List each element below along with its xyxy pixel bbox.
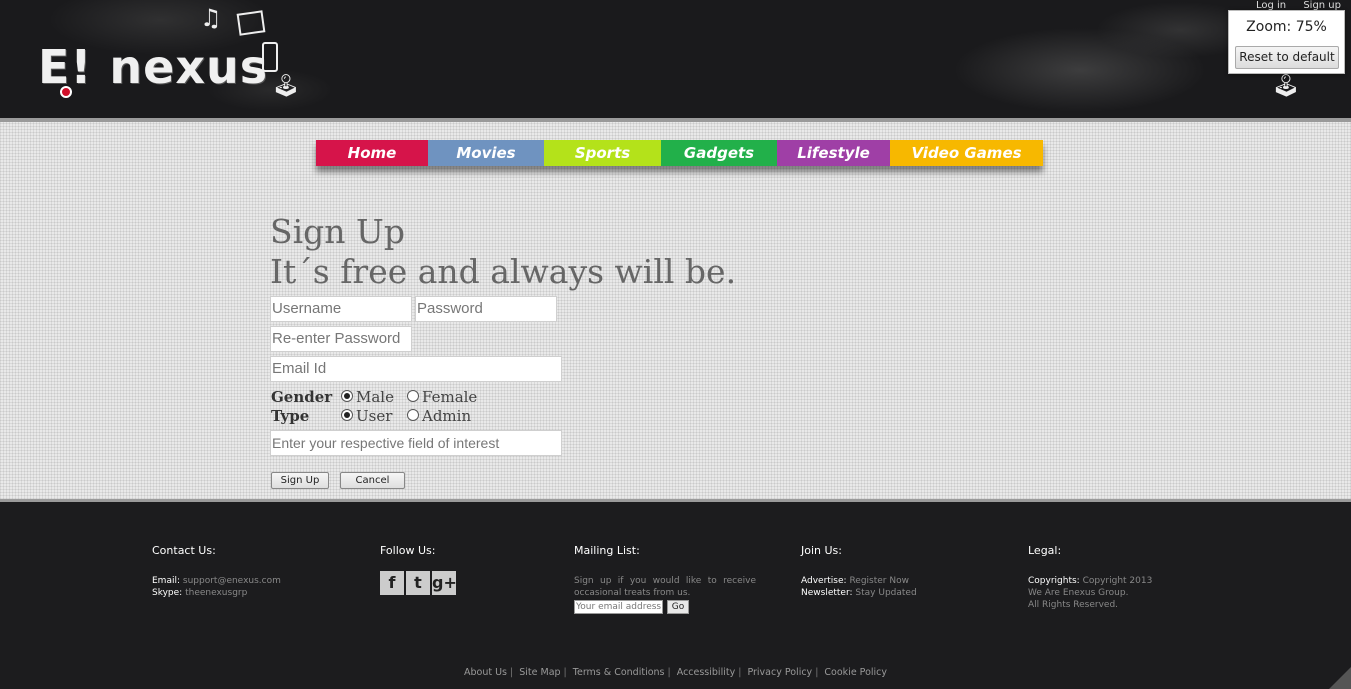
reenter-password-input[interactable]: Re-enter Password — [270, 326, 412, 352]
footer-mailing: Mailing List: Sign up if you would like … — [574, 544, 756, 614]
type-admin-label: Admin — [422, 407, 472, 425]
gender-female-label: Female — [422, 388, 478, 406]
cookie-policy-link[interactable]: Cookie Policy — [824, 667, 887, 678]
footer-contact-heading: Contact Us: — [152, 544, 216, 557]
legal-line-3: All Rights Reserved. — [1028, 600, 1119, 610]
footer-follow-heading: Follow Us: — [380, 544, 436, 557]
zoom-level-label: Zoom: 75% — [1246, 19, 1327, 35]
twitter-icon[interactable]: t — [406, 571, 430, 595]
about-us-link[interactable]: About Us — [464, 667, 507, 678]
email-label: Email: — [152, 576, 181, 586]
gender-female-radio[interactable] — [407, 390, 419, 402]
joystick-icon-right: 🕹 — [1272, 74, 1300, 99]
skype-value: theenexusgrp — [185, 588, 248, 598]
reset-zoom-button[interactable]: Reset to default — [1235, 46, 1339, 69]
nav-item-gadgets[interactable]: Gadgets — [661, 140, 777, 166]
footer-join: Join Us: Advertise: Register Now Newslet… — [801, 544, 917, 599]
music-note-icon: ♫ — [200, 4, 222, 32]
copyright-value: Copyright 2013 — [1082, 576, 1153, 586]
accessibility-link[interactable]: Accessibility — [677, 667, 735, 678]
footer-contact: Contact Us: Email: support@enexus.com Sk… — [152, 544, 281, 599]
nav-item-lifestyle[interactable]: Lifestyle — [777, 140, 890, 166]
privacy-policy-link[interactable]: Privacy Policy — [747, 667, 812, 678]
type-label: Type — [271, 407, 310, 425]
site-logo[interactable]: E! nexus — [38, 40, 268, 94]
skype-label: Skype: — [152, 588, 183, 598]
mailing-text: Sign up if you would like to receive occ… — [574, 576, 756, 598]
nav-item-movies[interactable]: Movies — [428, 140, 544, 166]
facebook-icon[interactable]: f — [380, 571, 404, 595]
cancel-button[interactable]: Cancel — [340, 472, 405, 489]
signup-title: Sign Up — [270, 212, 405, 251]
zoom-popup: Zoom: 75% Reset to default — [1228, 10, 1345, 74]
nav-item-home[interactable]: Home — [316, 140, 428, 166]
type-user-label: User — [356, 407, 393, 425]
register-now-link[interactable]: Register Now — [849, 576, 909, 586]
main-nav: Home Movies Sports Gadgets Lifestyle Vid… — [316, 140, 1043, 166]
legal-line-2: We Are Enexus Group. — [1028, 588, 1129, 598]
footer-follow: Follow Us: f t g+ — [380, 544, 457, 595]
email-input[interactable]: Email Id — [270, 356, 562, 382]
username-input[interactable]: Username — [270, 296, 412, 322]
signup-subtitle: It´s free and always will be. — [270, 252, 737, 291]
copyright-label: Copyrights: — [1028, 576, 1080, 586]
mobile-phone-icon — [262, 42, 278, 72]
main-content: Home Movies Sports Gadgets Lifestyle Vid… — [0, 118, 1351, 502]
clapperboard-icon — [236, 10, 266, 36]
google-plus-icon[interactable]: g+ — [432, 571, 457, 595]
footer-legal: Legal: Copyrights: Copyright 2013 We Are… — [1028, 544, 1152, 611]
gender-label: Gender — [271, 388, 333, 406]
logo-dot-icon — [60, 86, 72, 98]
type-admin-radio[interactable] — [407, 409, 419, 421]
page-corner-fold — [1329, 667, 1351, 689]
site-map-link[interactable]: Site Map — [519, 667, 560, 678]
email-value[interactable]: support@enexus.com — [183, 576, 281, 586]
stay-updated-link[interactable]: Stay Updated — [855, 588, 916, 598]
advertise-label: Advertise: — [801, 576, 847, 586]
mailing-go-button[interactable]: Go — [667, 600, 689, 614]
site-footer: Contact Us: Email: support@enexus.com Sk… — [0, 502, 1351, 689]
type-user-radio[interactable] — [341, 409, 353, 421]
gender-male-label: Male — [356, 388, 394, 406]
footer-mailing-heading: Mailing List: — [574, 544, 640, 557]
footer-join-heading: Join Us: — [801, 544, 842, 557]
mailing-email-input[interactable]: Your email address — [574, 600, 663, 614]
password-input[interactable]: Password — [415, 296, 557, 322]
nav-item-video-games[interactable]: Video Games — [890, 140, 1043, 166]
terms-link[interactable]: Terms & Conditions — [573, 667, 665, 678]
footer-legal-heading: Legal: — [1028, 544, 1062, 557]
joystick-icon: 🕹 — [272, 74, 300, 99]
signup-button[interactable]: Sign Up — [271, 472, 329, 489]
interest-input[interactable]: Enter your respective field of interest — [270, 430, 562, 456]
footer-bottom-links: About Us | Site Map | Terms & Conditions | … — [463, 667, 888, 678]
nav-item-sports[interactable]: Sports — [544, 140, 661, 166]
gender-male-radio[interactable] — [341, 390, 353, 402]
newsletter-label: Newsletter: — [801, 588, 853, 598]
site-header: E! nexus ♫ 🕹 🕹 Log in Sign up — [0, 0, 1351, 118]
